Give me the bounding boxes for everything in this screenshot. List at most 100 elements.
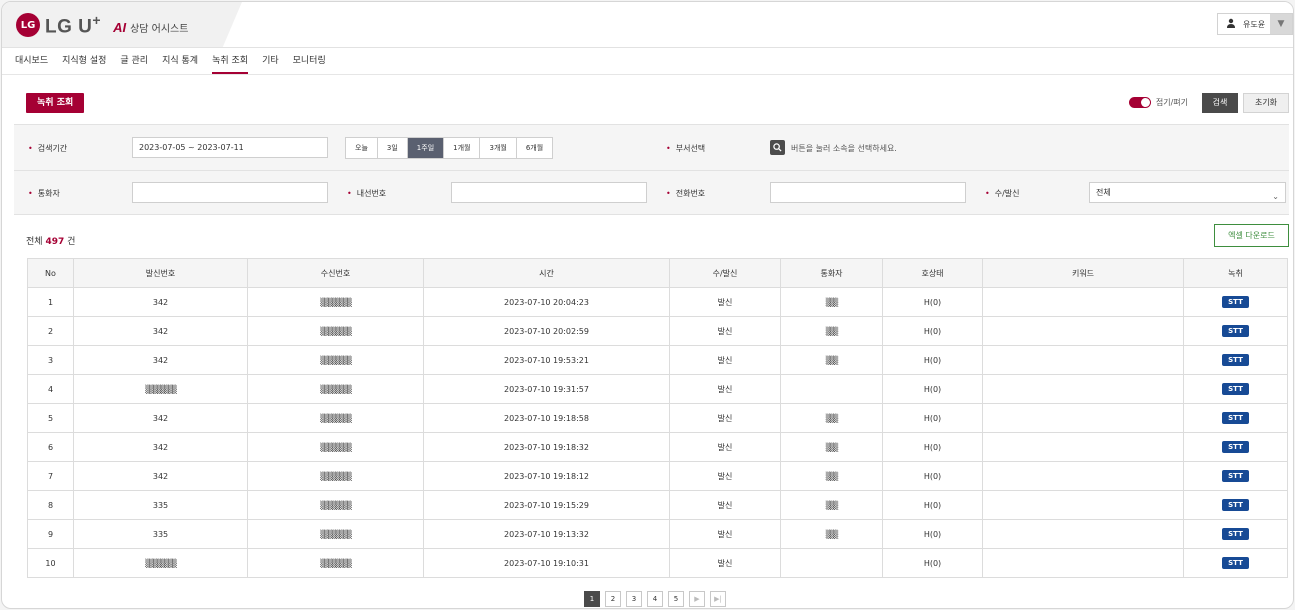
period-6months[interactable]: 6개월 xyxy=(517,138,552,158)
row-direction-text: 발신 xyxy=(717,384,733,394)
row-status: H(0) xyxy=(882,548,983,578)
period-3months[interactable]: 3개월 xyxy=(480,138,517,158)
phone-input[interactable] xyxy=(770,182,966,203)
col-recording[interactable]: 녹취 xyxy=(1183,258,1288,288)
nav-post-management[interactable]: 글 관리 xyxy=(120,48,148,74)
logo[interactable]: LG LG U+ AI 상담 어시스트 xyxy=(16,12,188,38)
row-recording: STT xyxy=(1183,432,1288,462)
stt-button[interactable]: STT xyxy=(1222,325,1249,337)
row-to: ▒▒▒▒▒▒▒▒ xyxy=(247,432,424,462)
stt-button[interactable]: STT xyxy=(1222,383,1249,395)
row-to: ▒▒▒▒▒▒▒▒ xyxy=(247,316,424,346)
row-recording: STT xyxy=(1183,374,1288,404)
next-arrow-icon[interactable]: ▶ xyxy=(689,591,705,607)
last-arrow-icon[interactable]: ▶| xyxy=(710,591,726,607)
table-row[interactable]: 3 342 ▒▒▒▒▒▒▒▒ 2023-07-10 19:53:21 발신 ▒▒▒ H(0)… xyxy=(27,345,1288,375)
table-row[interactable]: 2 342 ▒▒▒▒▒▒▒▒ 2023-07-10 20:02:59 발신 ▒▒▒ H(0)… xyxy=(27,316,1288,346)
period-today[interactable]: 오늘 xyxy=(346,138,378,158)
nav-knowledge-stats[interactable]: 지식 통계 xyxy=(162,48,198,74)
page-title-button[interactable]: 녹취 조회 xyxy=(26,93,85,113)
row-no: 10 xyxy=(27,548,74,578)
row-status-text: H(0) xyxy=(923,529,942,539)
page-2[interactable]: 2 xyxy=(605,591,621,607)
fold-toggle[interactable]: 접기/펴기 xyxy=(1128,97,1188,108)
row-from-text: 335 xyxy=(152,529,169,539)
table-row[interactable]: 1 342 ▒▒▒▒▒▒▒▒ 2023-07-10 20:04:23 발신 ▒▒▒ H(0)… xyxy=(27,287,1288,317)
row-recording: STT xyxy=(1183,345,1288,375)
row-no: 7 xyxy=(27,461,74,491)
user-menu[interactable]: 유도윤 ▼ xyxy=(1217,13,1293,35)
user-name: 유도윤 xyxy=(1243,19,1266,29)
row-direction-text: 발신 xyxy=(717,297,733,307)
period-input[interactable]: 2023-07-05 ~ 2023-07-11 xyxy=(132,137,328,158)
row-status: H(0) xyxy=(882,519,983,549)
reset-button[interactable]: 초기화 xyxy=(1243,93,1289,113)
search-icon[interactable] xyxy=(770,140,785,155)
row-status-text: H(0) xyxy=(923,471,942,481)
col-keyword[interactable]: 키워드 xyxy=(982,258,1184,288)
person-icon xyxy=(1224,18,1238,31)
direction-select[interactable]: 전체 ⌄ xyxy=(1089,182,1286,203)
row-time-text: 2023-07-10 19:15:29 xyxy=(504,500,589,510)
nav-dashboard[interactable]: 대시보드 xyxy=(15,48,48,74)
row-caller-text: ▒▒▒ xyxy=(825,355,838,365)
stt-button[interactable]: STT xyxy=(1222,296,1249,308)
row-from-text: 342 xyxy=(152,413,169,423)
stt-button[interactable]: STT xyxy=(1222,354,1249,366)
caller-input[interactable] xyxy=(132,182,328,203)
ext-input[interactable] xyxy=(451,182,647,203)
col-status[interactable]: 호상태 xyxy=(882,258,983,288)
stt-button[interactable]: STT xyxy=(1222,412,1249,424)
period-1week[interactable]: 1주일 xyxy=(407,138,445,158)
row-no-text: 2 xyxy=(47,326,54,336)
stt-button[interactable]: STT xyxy=(1222,470,1249,482)
nav-knowledge-settings[interactable]: 지식형 설정 xyxy=(62,48,106,74)
page-3[interactable]: 3 xyxy=(626,591,642,607)
table-row[interactable]: 5 342 ▒▒▒▒▒▒▒▒ 2023-07-10 19:18:58 발신 ▒▒▒ H(0)… xyxy=(27,403,1288,433)
row-status: H(0) xyxy=(882,490,983,520)
nav-etc[interactable]: 기타 xyxy=(262,48,279,74)
row-direction-text: 발신 xyxy=(717,529,733,539)
row-time: 2023-07-10 19:13:32 xyxy=(423,519,670,549)
table-row[interactable]: 7 342 ▒▒▒▒▒▒▒▒ 2023-07-10 19:18:12 발신 ▒▒▒ H(0)… xyxy=(27,461,1288,491)
col-from[interactable]: 발신번호 xyxy=(73,258,248,288)
col-time[interactable]: 시간 xyxy=(423,258,670,288)
row-status-text: H(0) xyxy=(923,500,942,510)
row-keyword xyxy=(982,345,1184,375)
page-4[interactable]: 4 xyxy=(647,591,663,607)
row-keyword xyxy=(982,374,1184,404)
triangle-down-icon[interactable]: ▼ xyxy=(1270,14,1292,34)
row-direction-text: 발신 xyxy=(717,442,733,452)
table-row[interactable]: 10 ▒▒▒▒▒▒▒▒ ▒▒▒▒▒▒▒▒ 2023-07-10 19:10:31 발신 H… xyxy=(27,548,1288,578)
col-caller[interactable]: 통화자 xyxy=(780,258,883,288)
period-1month[interactable]: 1개월 xyxy=(444,138,481,158)
stt-button[interactable]: STT xyxy=(1222,499,1249,511)
row-to: ▒▒▒▒▒▒▒▒ xyxy=(247,374,424,404)
period-3days[interactable]: 3일 xyxy=(378,138,408,158)
row-keyword xyxy=(982,316,1184,346)
col-no[interactable]: No xyxy=(27,258,74,288)
search-button[interactable]: 검색 xyxy=(1202,93,1238,113)
row-direction-text: 발신 xyxy=(717,558,733,568)
table-row[interactable]: 9 335 ▒▒▒▒▒▒▒▒ 2023-07-10 19:13:32 발신 ▒▒▒ H(0)… xyxy=(27,519,1288,549)
col-to[interactable]: 수신번호 xyxy=(247,258,424,288)
toggle-switch[interactable] xyxy=(1128,97,1151,108)
stt-button[interactable]: STT xyxy=(1222,557,1249,569)
nav-monitoring[interactable]: 모니터링 xyxy=(293,48,326,74)
row-time-text: 2023-07-10 19:10:31 xyxy=(504,558,589,568)
excel-download-button[interactable]: 엑셀 다운로드 xyxy=(1214,224,1289,247)
table-row[interactable]: 4 ▒▒▒▒▒▒▒▒ ▒▒▒▒▒▒▒▒ 2023-07-10 19:31:57 발신 H(… xyxy=(27,374,1288,404)
nav-recording-search[interactable]: 녹취 조회 xyxy=(212,48,248,74)
row-status-text: H(0) xyxy=(923,384,942,394)
stt-button[interactable]: STT xyxy=(1222,528,1249,540)
table-row[interactable]: 6 342 ▒▒▒▒▒▒▒▒ 2023-07-10 19:18:32 발신 ▒▒▒ H(0)… xyxy=(27,432,1288,462)
table-row[interactable]: 8 335 ▒▒▒▒▒▒▒▒ 2023-07-10 19:15:29 발신 ▒▒▒ H(0)… xyxy=(27,490,1288,520)
page-1[interactable]: 1 xyxy=(584,591,600,607)
col-direction[interactable]: 수/발신 xyxy=(669,258,781,288)
phone-label: 전화번호 xyxy=(666,188,705,199)
row-to: ▒▒▒▒▒▒▒▒ xyxy=(247,287,424,317)
row-status: H(0) xyxy=(882,461,983,491)
stt-button[interactable]: STT xyxy=(1222,441,1249,453)
page-5[interactable]: 5 xyxy=(668,591,684,607)
row-status: H(0) xyxy=(882,345,983,375)
